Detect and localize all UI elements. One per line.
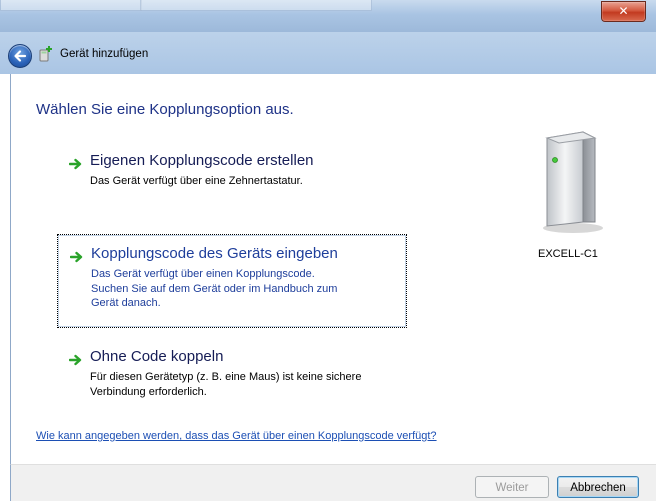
next-button[interactable]: Weiter bbox=[475, 476, 549, 498]
window-title: Gerät hinzufügen bbox=[60, 48, 149, 60]
green-arrow-icon bbox=[69, 354, 82, 366]
arrow-left-icon bbox=[14, 50, 27, 62]
computer-tower-icon bbox=[543, 131, 603, 233]
option-description-line: Gerät danach. bbox=[91, 297, 161, 309]
back-button[interactable] bbox=[8, 44, 32, 68]
option-description: Das Gerät verfügt über einen Kopplungsco… bbox=[91, 267, 391, 311]
footer-bar: Weiter Abbrechen bbox=[10, 464, 656, 501]
background-window-ghost bbox=[140, 0, 372, 11]
green-arrow-icon bbox=[69, 158, 82, 170]
option-title: Kopplungscode des Geräts eingeben bbox=[91, 245, 338, 262]
background-window-ghost bbox=[0, 0, 142, 11]
help-link[interactable]: Wie kann angegeben werden, dass das Gerä… bbox=[36, 430, 437, 442]
close-icon: ✕ bbox=[618, 4, 629, 18]
option-title: Eigenen Kopplungscode erstellen bbox=[90, 152, 314, 169]
option-description: Für diesen Gerätetyp (z. B. eine Maus) i… bbox=[90, 370, 390, 399]
option-enter-device-code[interactable]: Kopplungscode des Geräts eingeben Das Ge… bbox=[57, 234, 407, 328]
option-description-line: Für diesen Gerätetyp (z. B. eine Maus) i… bbox=[90, 371, 362, 383]
option-description-line: Verbindung erforderlich. bbox=[90, 385, 207, 398]
title-bar: ✕ bbox=[0, 0, 656, 32]
dialog-window: ✕ Gerät hinzufügen Wählen Sie eine Koppl… bbox=[0, 0, 656, 501]
green-arrow-icon bbox=[70, 251, 83, 263]
option-title: Ohne Code koppeln bbox=[90, 348, 224, 365]
navigation-bar: Gerät hinzufügen bbox=[0, 32, 656, 74]
page-title: Wählen Sie eine Kopplungsoption aus. bbox=[36, 101, 294, 118]
option-description: Das Gerät verfügt über eine Zehnertastat… bbox=[90, 174, 390, 189]
option-pair-without-code[interactable]: Ohne Code koppeln Für diesen Gerätetyp (… bbox=[57, 348, 405, 404]
cancel-button[interactable]: Abbrechen bbox=[557, 476, 639, 498]
content-panel: Wählen Sie eine Kopplungsoption aus. Eig… bbox=[10, 74, 656, 464]
option-create-own-code[interactable]: Eigenen Kopplungscode erstellen Das Gerä… bbox=[57, 152, 405, 194]
option-description-line: Das Gerät verfügt über eine Zehnertastat… bbox=[90, 175, 303, 187]
option-description-line: Suchen Sie auf dem Gerät oder im Handbuc… bbox=[91, 282, 338, 295]
option-description-line: Das Gerät verfügt über einen Kopplungsco… bbox=[91, 268, 315, 280]
add-device-icon bbox=[39, 46, 52, 62]
close-button[interactable]: ✕ bbox=[601, 1, 646, 22]
device-name: EXCELL-C1 bbox=[538, 248, 598, 260]
